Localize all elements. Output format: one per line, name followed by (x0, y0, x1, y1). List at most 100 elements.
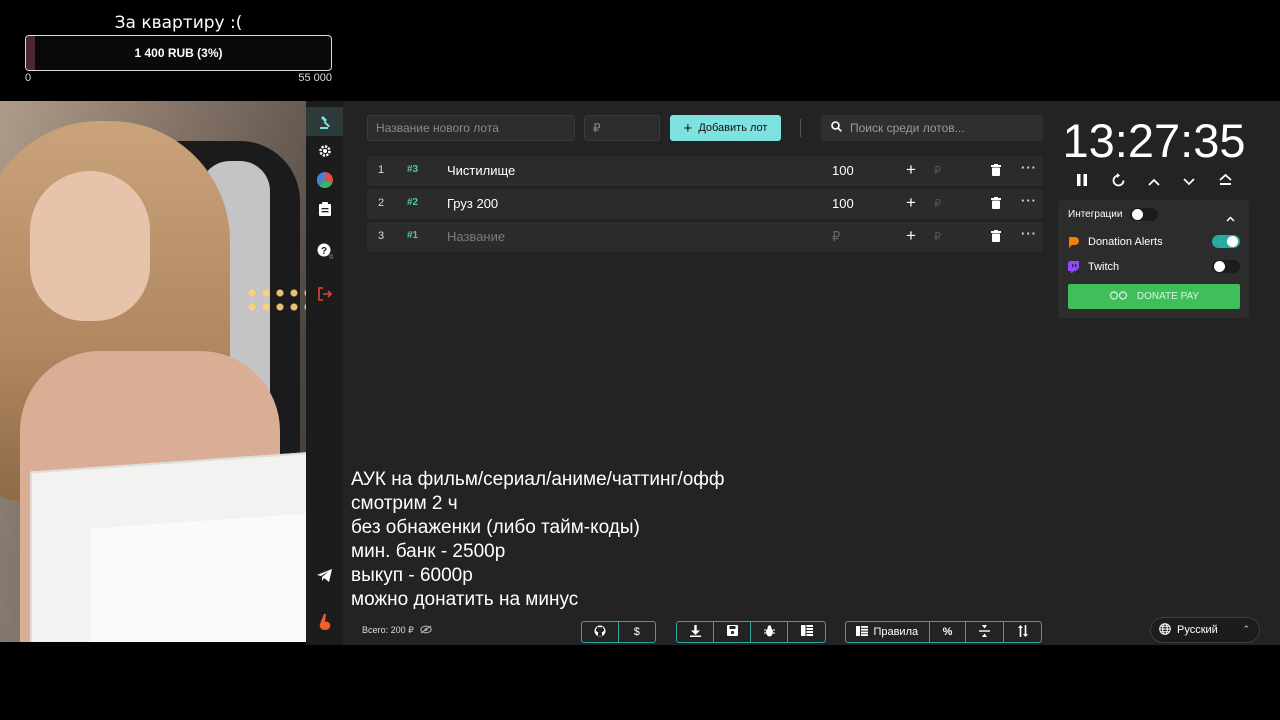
chevron-up-icon[interactable] (1226, 209, 1235, 227)
add-lot-label: Добавить лот (698, 122, 768, 134)
max-time-button[interactable] (1215, 173, 1235, 191)
sidebar-auction-button[interactable] (306, 107, 343, 136)
rules-line: мин. банк - 2500р (351, 541, 506, 562)
github-button[interactable] (582, 622, 619, 642)
lot-name[interactable]: Чистилище (447, 163, 515, 178)
donate-dollar-button[interactable]: $ (619, 622, 656, 642)
lot-id: #3 (407, 164, 419, 175)
wheel-icon (316, 171, 333, 188)
select-caret-icon: ⌃ (1242, 624, 1250, 634)
extra-amount-input[interactable]: ₽ (934, 164, 941, 177)
double-chevron-up-icon (1218, 173, 1232, 191)
gavel-icon (317, 114, 333, 130)
goal-title: За квартиру :( (114, 13, 243, 33)
goal-max-label: 55 000 (298, 72, 332, 84)
lot-name[interactable]: Груз 200 (447, 196, 498, 211)
chevron-up-icon (1148, 173, 1160, 191)
subtract-time-button[interactable] (1179, 173, 1199, 191)
language-select[interactable]: Русский ⌃ (1150, 617, 1260, 643)
add-amount-button[interactable]: + (906, 193, 916, 213)
lot-name-input[interactable] (367, 115, 575, 141)
lot-amount[interactable]: ₽ (832, 229, 840, 245)
sidebar-wheel-button[interactable] (306, 165, 343, 194)
lot-row: 3 #1 Название ₽ + ₽ ··· (367, 222, 1043, 252)
gear-icon (318, 144, 332, 158)
sidebar-help-button[interactable]: ? (306, 236, 343, 265)
sidebar-history-button[interactable] (306, 194, 343, 223)
more-options-icon[interactable]: ··· (1021, 226, 1037, 241)
add-lot-button[interactable]: + Добавить лот (670, 115, 781, 141)
search-icon (831, 119, 842, 137)
lot-amount[interactable]: 100 (832, 163, 854, 178)
eye-off-icon[interactable] (420, 625, 432, 636)
bug-report-button[interactable] (751, 622, 788, 642)
svg-text:?: ? (320, 246, 326, 257)
trash-icon[interactable] (991, 230, 1001, 245)
chevron-down-icon (1183, 173, 1195, 191)
donation-alerts-toggle[interactable] (1212, 235, 1240, 248)
language-label: Русский (1177, 624, 1218, 636)
sidebar: ? (306, 101, 343, 645)
total-amount: Всего: 200 ₽ (362, 625, 432, 636)
extra-amount-input[interactable]: ₽ (934, 197, 941, 210)
search-box[interactable] (821, 115, 1043, 141)
table-icon (800, 625, 813, 639)
stream-screen: За квартиру :( 1 400 RUB (3%) 0 55 000 ?… (0, 0, 1280, 720)
trash-icon[interactable] (991, 197, 1001, 212)
rules-text: АУК на фильм/сериал/аниме/чаттинг/офф см… (351, 468, 725, 612)
lot-amount-input[interactable] (584, 115, 660, 141)
more-options-icon[interactable]: ··· (1021, 193, 1037, 208)
lot-amount[interactable]: 100 (832, 196, 854, 211)
compress-icon (979, 624, 991, 640)
sort-icon (1017, 624, 1028, 640)
add-time-button[interactable] (1144, 173, 1164, 191)
bug-icon (763, 624, 775, 640)
download-icon (689, 624, 701, 640)
sidebar-settings-button[interactable] (306, 136, 343, 165)
trash-icon[interactable] (991, 164, 1001, 179)
compress-button[interactable] (966, 622, 1005, 642)
lot-name[interactable]: Название (447, 229, 505, 244)
pause-icon (1076, 173, 1088, 192)
sidebar-logout-button[interactable] (306, 279, 343, 308)
globe-icon (1159, 622, 1171, 638)
webcam-video (0, 101, 306, 642)
percent-button[interactable]: % (930, 622, 967, 642)
total-label: Всего: 200 ₽ (362, 625, 414, 635)
donatepay-label: DONATE PAY (1136, 291, 1200, 302)
dollar-icon: $ (633, 626, 640, 638)
telegram-icon (317, 569, 332, 582)
extra-amount-input[interactable]: ₽ (934, 230, 941, 243)
sort-button[interactable] (1004, 622, 1041, 642)
lot-index: 1 (378, 164, 385, 176)
save-button[interactable] (714, 622, 751, 642)
links-group: $ (581, 621, 656, 643)
timer-display: 13:27:35 (1062, 114, 1246, 167)
reset-timer-button[interactable] (1108, 173, 1128, 191)
lot-id: #1 (407, 230, 419, 241)
tools-group (676, 621, 826, 643)
rules-line: смотрим 2 ч (351, 493, 458, 514)
pause-button[interactable] (1072, 173, 1092, 191)
sidebar-telegram-button[interactable] (306, 561, 343, 590)
view-group: Правила % (845, 621, 1042, 643)
download-button[interactable] (677, 622, 714, 642)
rules-line: без обнаженки (либо тайм-коды) (351, 517, 640, 538)
clipboard-icon (318, 201, 331, 216)
lot-index: 3 (378, 230, 385, 242)
lot-index: 2 (378, 197, 385, 209)
more-options-icon[interactable]: ··· (1021, 160, 1037, 175)
donation-alerts-icon (1068, 235, 1079, 253)
donatepay-button[interactable]: DONATE PAY (1068, 284, 1240, 309)
bulk-edit-button[interactable] (788, 622, 825, 642)
integrations-toggle[interactable] (1130, 208, 1158, 221)
rules-button[interactable]: Правила (846, 622, 930, 642)
donatepay-icon (1109, 290, 1129, 303)
percent-icon: % (942, 626, 953, 638)
add-amount-button[interactable]: + (906, 160, 916, 180)
sidebar-boosty-button[interactable] (306, 607, 343, 636)
search-input[interactable] (850, 121, 1030, 135)
integrations-panel: Интеграции Donation Alerts Twitch DONATE… (1058, 200, 1249, 318)
add-amount-button[interactable]: + (906, 226, 916, 246)
twitch-toggle[interactable] (1212, 260, 1240, 273)
